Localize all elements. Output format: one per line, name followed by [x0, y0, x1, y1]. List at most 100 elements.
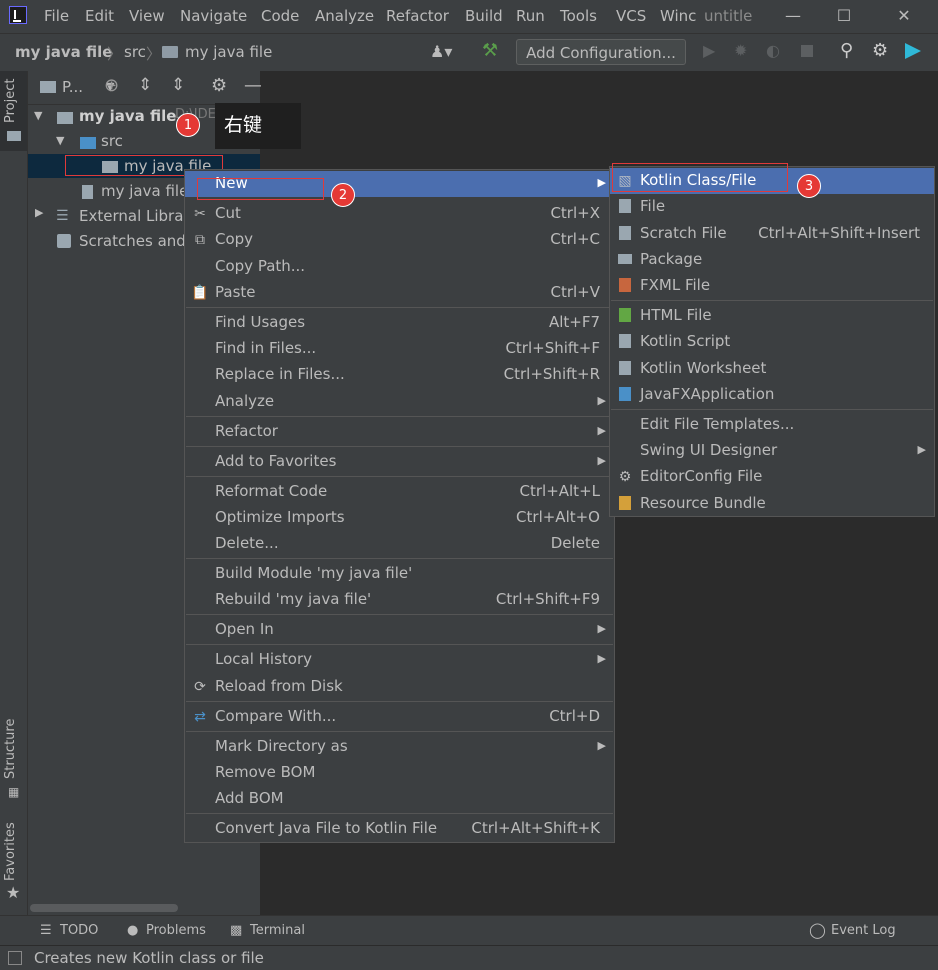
- menu-separator: [186, 446, 613, 447]
- submenu-item-scratch-file[interactable]: Scratch File Ctrl+Alt+Shift+Insert: [610, 221, 934, 247]
- tab-project[interactable]: Project: [3, 79, 18, 123]
- debug-icon[interactable]: ✹: [734, 41, 747, 60]
- menu-file[interactable]: File: [44, 7, 69, 25]
- breadcrumb-project[interactable]: my java file: [15, 43, 112, 61]
- status-toggle-icon[interactable]: [8, 951, 22, 965]
- expand-all-icon[interactable]: ⇕: [138, 75, 152, 95]
- project-view-selector[interactable]: P...: [62, 78, 83, 96]
- chevron-right-icon: ▶: [597, 176, 606, 189]
- menu-vcs[interactable]: VCS: [616, 7, 646, 25]
- menu-item-reformat-code[interactable]: Reformat Code Ctrl+Alt+L: [185, 479, 614, 505]
- fxml-file-icon: [616, 277, 634, 295]
- tool-tab-todo[interactable]: TODO: [60, 923, 98, 938]
- close-icon[interactable]: ✕: [889, 4, 919, 28]
- menu-item-paste[interactable]: 📋 Paste Ctrl+V: [185, 280, 614, 306]
- user-icon[interactable]: ♟▾: [430, 42, 452, 61]
- horizontal-scrollbar[interactable]: [30, 904, 178, 912]
- menu-window[interactable]: Winc: [660, 7, 696, 25]
- menu-item-mark-directory-as[interactable]: Mark Directory as ▶: [185, 734, 614, 760]
- menu-item-open-in[interactable]: Open In ▶: [185, 617, 614, 643]
- menu-code[interactable]: Code: [261, 7, 299, 25]
- menu-navigate[interactable]: Navigate: [180, 7, 247, 25]
- menu-item-shortcut: Ctrl+C: [550, 230, 600, 248]
- gear-icon[interactable]: ⚙: [872, 40, 888, 61]
- menu-item-rebuild[interactable]: Rebuild 'my java file' Ctrl+Shift+F9: [185, 587, 614, 613]
- search-icon[interactable]: ⚲: [840, 40, 853, 61]
- menu-item-copy-path[interactable]: Copy Path...: [185, 254, 614, 280]
- menu-item-build-module[interactable]: Build Module 'my java file': [185, 561, 614, 587]
- menu-item-shortcut: Ctrl+D: [549, 707, 600, 725]
- menu-item-label: Optimize Imports: [215, 508, 345, 526]
- html-file-icon: [616, 307, 634, 325]
- menu-run[interactable]: Run: [516, 7, 545, 25]
- tree-item-root[interactable]: my java file: [79, 107, 176, 125]
- hide-panel-icon[interactable]: —: [244, 75, 262, 96]
- tree-item-src[interactable]: src: [101, 132, 123, 150]
- submenu-item-kotlin-worksheet[interactable]: Kotlin Worksheet: [610, 356, 934, 382]
- menu-view[interactable]: View: [129, 7, 165, 25]
- breadcrumb-src[interactable]: src: [124, 43, 146, 61]
- tool-tab-terminal[interactable]: Terminal: [250, 923, 305, 938]
- tree-item-file[interactable]: my java file.: [101, 182, 193, 200]
- locate-icon[interactable]: ⊕: [104, 75, 119, 96]
- tree-item-scratches[interactable]: Scratches and: [79, 232, 186, 250]
- menu-item-local-history[interactable]: Local History ▶: [185, 647, 614, 673]
- submenu-item-editorconfig-file[interactable]: ⚙ EditorConfig File: [610, 464, 934, 490]
- menu-item-refactor[interactable]: Refactor ▶: [185, 419, 614, 445]
- add-configuration-button[interactable]: Add Configuration...: [516, 39, 686, 65]
- menu-item-analyze[interactable]: Analyze ▶: [185, 389, 614, 415]
- menu-separator: [186, 644, 613, 645]
- menu-item-cut[interactable]: ✂ Cut Ctrl+X: [185, 201, 614, 227]
- hammer-icon[interactable]: ⚒: [482, 40, 498, 61]
- menu-edit[interactable]: Edit: [85, 7, 114, 25]
- gear-icon[interactable]: ⚙: [211, 75, 227, 96]
- menu-item-label: Swing UI Designer: [640, 441, 778, 459]
- menu-item-compare-with[interactable]: ⇄ Compare With... Ctrl+D: [185, 704, 614, 730]
- menu-item-label: Cut: [215, 204, 241, 222]
- menu-item-add-to-favorites[interactable]: Add to Favorites ▶: [185, 449, 614, 475]
- submenu-item-resource-bundle[interactable]: Resource Bundle: [610, 491, 934, 517]
- submenu-item-swing-ui-designer[interactable]: Swing UI Designer ▶: [610, 438, 934, 464]
- menu-analyze[interactable]: Analyze: [315, 7, 374, 25]
- submenu-item-edit-file-templates[interactable]: Edit File Templates...: [610, 412, 934, 438]
- submenu-item-kotlin-script[interactable]: Kotlin Script: [610, 329, 934, 355]
- maximize-icon[interactable]: ☐: [829, 4, 859, 28]
- menu-tools[interactable]: Tools: [560, 7, 597, 25]
- menu-item-convert-java[interactable]: Convert Java File to Kotlin File Ctrl+Al…: [185, 816, 614, 842]
- menu-item-reload-from-disk[interactable]: ⟳ Reload from Disk: [185, 674, 614, 700]
- submenu-item-html-file[interactable]: HTML File: [610, 303, 934, 329]
- menu-item-optimize-imports[interactable]: Optimize Imports Ctrl+Alt+O: [185, 505, 614, 531]
- chevron-down-icon[interactable]: ▼: [34, 109, 42, 122]
- chevron-right-icon: 〉: [107, 45, 123, 63]
- breadcrumb-folder[interactable]: my java file: [185, 43, 272, 61]
- menu-item-add-bom[interactable]: Add BOM: [185, 786, 614, 812]
- tool-tab-event-log[interactable]: Event Log: [831, 923, 896, 938]
- tool-tab-problems[interactable]: Problems: [146, 923, 206, 938]
- run-icon[interactable]: ▶: [703, 41, 715, 60]
- submenu-item-javafx-application[interactable]: JavaFXApplication: [610, 382, 934, 408]
- minimize-icon[interactable]: —: [778, 4, 808, 28]
- menu-item-find-in-files[interactable]: Find in Files... Ctrl+Shift+F: [185, 336, 614, 362]
- menu-build[interactable]: Build: [465, 7, 503, 25]
- code-with-me-icon[interactable]: [905, 43, 921, 59]
- menu-item-replace-in-files[interactable]: Replace in Files... Ctrl+Shift+R: [185, 362, 614, 388]
- menu-refactor[interactable]: Refactor: [386, 7, 449, 25]
- tab-favorites[interactable]: Favorites: [3, 822, 18, 881]
- tree-item-external-libraries[interactable]: External Librar: [79, 207, 190, 225]
- menu-item-find-usages[interactable]: Find Usages Alt+F7: [185, 310, 614, 336]
- submenu-item-fxml-file[interactable]: FXML File: [610, 273, 934, 299]
- chevron-right-icon[interactable]: ▶: [35, 206, 43, 219]
- menu-item-remove-bom[interactable]: Remove BOM: [185, 760, 614, 786]
- coverage-icon[interactable]: ◐: [766, 41, 780, 60]
- collapse-all-icon[interactable]: ⇕: [171, 75, 185, 95]
- panel-folder-icon: [40, 81, 56, 93]
- stop-icon[interactable]: [801, 45, 813, 57]
- submenu-item-file[interactable]: File: [610, 194, 934, 220]
- tab-structure[interactable]: Structure: [3, 719, 18, 779]
- menu-item-copy[interactable]: ⧉ Copy Ctrl+C: [185, 227, 614, 253]
- new-submenu: ▧ Kotlin Class/File File Scratch File Ct…: [609, 166, 935, 517]
- menu-item-shortcut: Ctrl+Alt+O: [516, 508, 600, 526]
- chevron-down-icon[interactable]: ▼: [56, 134, 64, 147]
- submenu-item-package[interactable]: Package: [610, 247, 934, 273]
- menu-item-delete[interactable]: Delete... Delete: [185, 531, 614, 557]
